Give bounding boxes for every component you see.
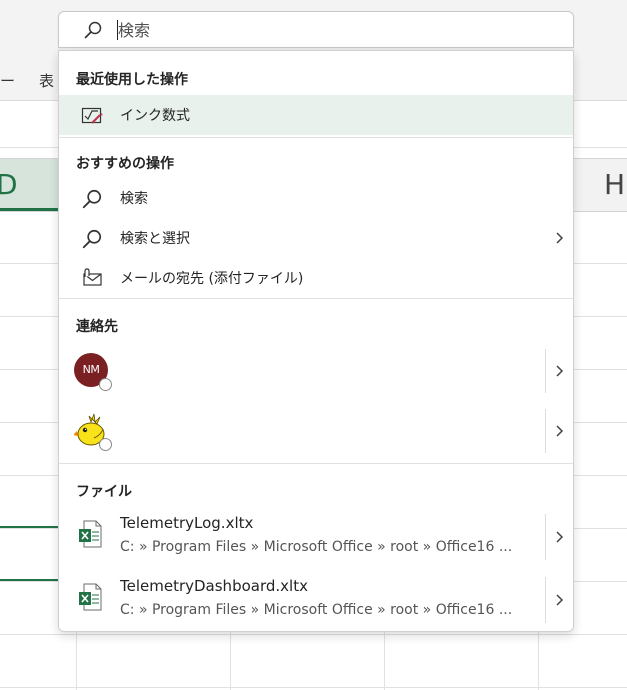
divider xyxy=(545,577,546,623)
presence-status-icon xyxy=(99,378,112,391)
recent-action-ink-equation[interactable]: インク数式 xyxy=(59,95,573,135)
file-name: TelemetryDashboard.xltx xyxy=(120,577,308,595)
avatar: NM xyxy=(74,353,112,391)
ribbon-tab[interactable]: ー xyxy=(0,70,15,91)
file-name: TelemetryLog.xltx xyxy=(120,514,254,532)
avatar xyxy=(73,413,112,451)
file-path: C: » Program Files » Microsoft Office » … xyxy=(120,602,513,618)
contact-item[interactable]: NM xyxy=(59,341,573,401)
search-results-dropdown: 最近使用した操作 インク数式 おすすめの操作 検索 検索と選択 メールの宛先 (… xyxy=(58,50,574,632)
section-header-files: ファイル xyxy=(76,484,132,500)
chevron-right-icon[interactable] xyxy=(553,421,567,441)
column-header-d[interactable]: D xyxy=(0,168,18,201)
suggested-action-find-select[interactable]: 検索と選択 xyxy=(59,218,573,258)
item-label: メールの宛先 (添付ファイル) xyxy=(120,271,304,287)
search-icon xyxy=(81,228,103,250)
divider xyxy=(545,409,546,453)
gridline xyxy=(384,632,385,690)
search-icon xyxy=(83,20,103,44)
chevron-right-icon[interactable] xyxy=(553,527,567,547)
presence-status-icon xyxy=(99,438,112,451)
ink-equation-icon xyxy=(81,105,103,127)
gridline xyxy=(538,632,539,690)
section-header-recent: 最近使用した操作 xyxy=(76,72,188,88)
chevron-right-icon[interactable] xyxy=(553,228,567,248)
ribbon-tab[interactable]: 表 xyxy=(39,70,54,91)
search-box[interactable] xyxy=(58,11,574,48)
excel-template-icon xyxy=(78,520,102,552)
item-label: 検索 xyxy=(120,191,148,207)
file-item[interactable]: TelemetryLog.xltx C: » Program Files » M… xyxy=(59,506,573,568)
search-icon xyxy=(81,188,103,210)
suggested-action-mail-recipient[interactable]: メールの宛先 (添付ファイル) xyxy=(59,258,573,298)
item-label: 検索と選択 xyxy=(120,231,190,247)
divider xyxy=(545,349,546,393)
divider xyxy=(59,463,573,464)
divider xyxy=(59,137,573,138)
selection-border xyxy=(0,526,58,528)
search-input[interactable] xyxy=(118,18,538,42)
gridline xyxy=(0,687,627,688)
gridline xyxy=(0,634,627,635)
file-item[interactable]: TelemetryDashboard.xltx C: » Program Fil… xyxy=(59,569,573,631)
selection-border xyxy=(0,579,58,581)
gridline xyxy=(230,632,231,690)
mail-attachment-icon xyxy=(81,268,103,290)
suggested-action-search[interactable]: 検索 xyxy=(59,178,573,218)
excel-template-icon xyxy=(78,583,102,615)
chevron-right-icon[interactable] xyxy=(553,590,567,610)
contact-item[interactable] xyxy=(59,401,573,461)
section-header-contacts: 連絡先 xyxy=(76,319,118,335)
item-label: インク数式 xyxy=(120,108,190,124)
column-header-h[interactable]: H xyxy=(604,168,625,201)
divider xyxy=(545,514,546,560)
divider xyxy=(59,298,573,299)
section-header-suggested: おすすめの操作 xyxy=(76,156,174,172)
gridline xyxy=(76,632,77,690)
chevron-right-icon[interactable] xyxy=(553,361,567,381)
file-path: C: » Program Files » Microsoft Office » … xyxy=(120,539,513,555)
